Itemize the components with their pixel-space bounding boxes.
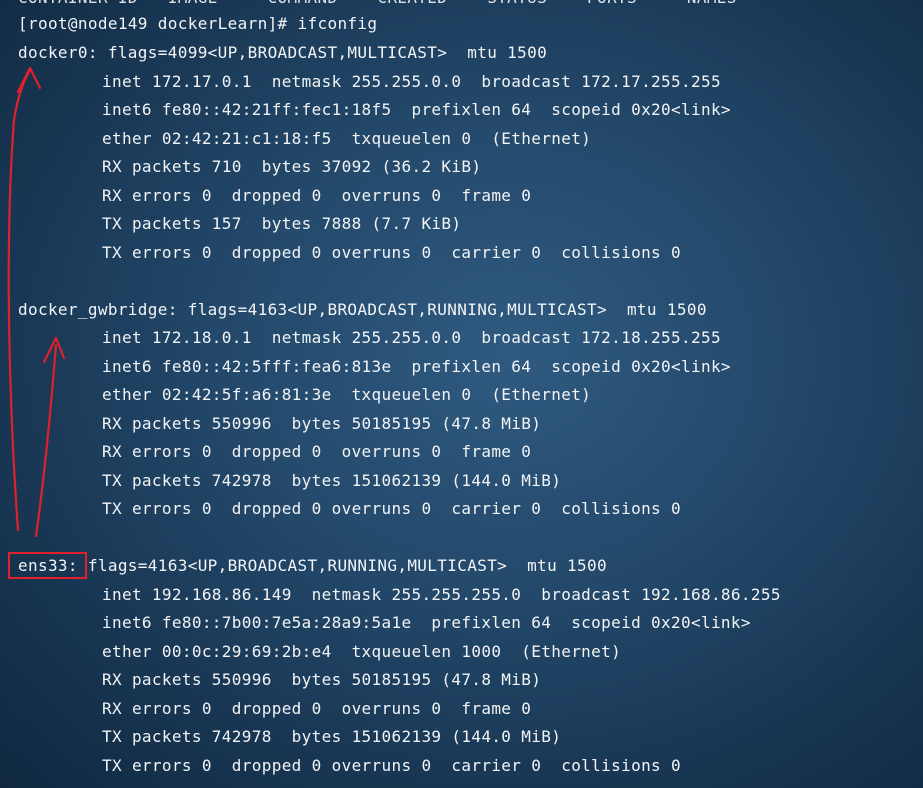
ens33-header: ens33: flags=4163<UP,BROADCAST,RUNNING,M… — [18, 556, 607, 575]
docker-gwbridge-rx-errors: RX errors 0 dropped 0 overruns 0 frame 0 — [102, 442, 532, 461]
docker0-rx-packets: RX packets 710 bytes 37092 (36.2 KiB) — [102, 157, 482, 176]
docker0-tx-errors: TX errors 0 dropped 0 overruns 0 carrier… — [102, 243, 682, 262]
ens33-ether: ether 00:0c:29:69:2b:e4 txqueuelen 1000 … — [102, 642, 622, 661]
ens33-inet: inet 192.168.86.149 netmask 255.255.255.… — [102, 585, 781, 604]
docker0-header: docker0: flags=4099<UP,BROADCAST,MULTICA… — [18, 43, 548, 62]
docker-gwbridge-tx-errors: TX errors 0 dropped 0 overruns 0 carrier… — [102, 499, 682, 518]
ens33-tx-errors: TX errors 0 dropped 0 overruns 0 carrier… — [102, 756, 682, 775]
docker-gwbridge-header: docker_gwbridge: flags=4163<UP,BROADCAST… — [18, 300, 707, 319]
docker-gwbridge-tx-packets: TX packets 742978 bytes 151062139 (144.0… — [102, 471, 562, 490]
docker-gwbridge-rx-packets: RX packets 550996 bytes 50185195 (47.8 M… — [102, 414, 542, 433]
docker-gwbridge-inet: inet 172.18.0.1 netmask 255.255.0.0 broa… — [102, 328, 721, 347]
red-rectangle-highlight-icon — [8, 552, 87, 579]
terminal-window[interactable]: CONTAINER ID IMAGE COMMAND CREATED STATU… — [0, 0, 923, 788]
docker0-tx-packets: TX packets 157 bytes 7888 (7.7 KiB) — [102, 214, 462, 233]
docker0-ether: ether 02:42:21:c1:18:f5 txqueuelen 0 (Et… — [102, 129, 592, 148]
docker0-inet: inet 172.17.0.1 netmask 255.255.0.0 broa… — [102, 72, 721, 91]
ens33-tx-packets: TX packets 742978 bytes 151062139 (144.0… — [102, 727, 562, 746]
shell-prompt: [root@node149 dockerLearn]# ifconfig — [18, 14, 378, 33]
docker-gwbridge-ether: ether 02:42:5f:a6:81:3e txqueuelen 0 (Et… — [102, 385, 592, 404]
ens33-rx-errors: RX errors 0 dropped 0 overruns 0 frame 0 — [102, 699, 532, 718]
docker0-inet6: inet6 fe80::42:21ff:fec1:18f5 prefixlen … — [102, 100, 731, 119]
ens33-inet6: inet6 fe80::7b00:7e5a:28a9:5a1e prefixle… — [102, 613, 751, 632]
ens33-rx-packets: RX packets 550996 bytes 50185195 (47.8 M… — [102, 670, 542, 689]
docker0-rx-errors: RX errors 0 dropped 0 overruns 0 frame 0 — [102, 186, 532, 205]
docker-gwbridge-inet6: inet6 fe80::42:5fff:fea6:813e prefixlen … — [102, 357, 731, 376]
